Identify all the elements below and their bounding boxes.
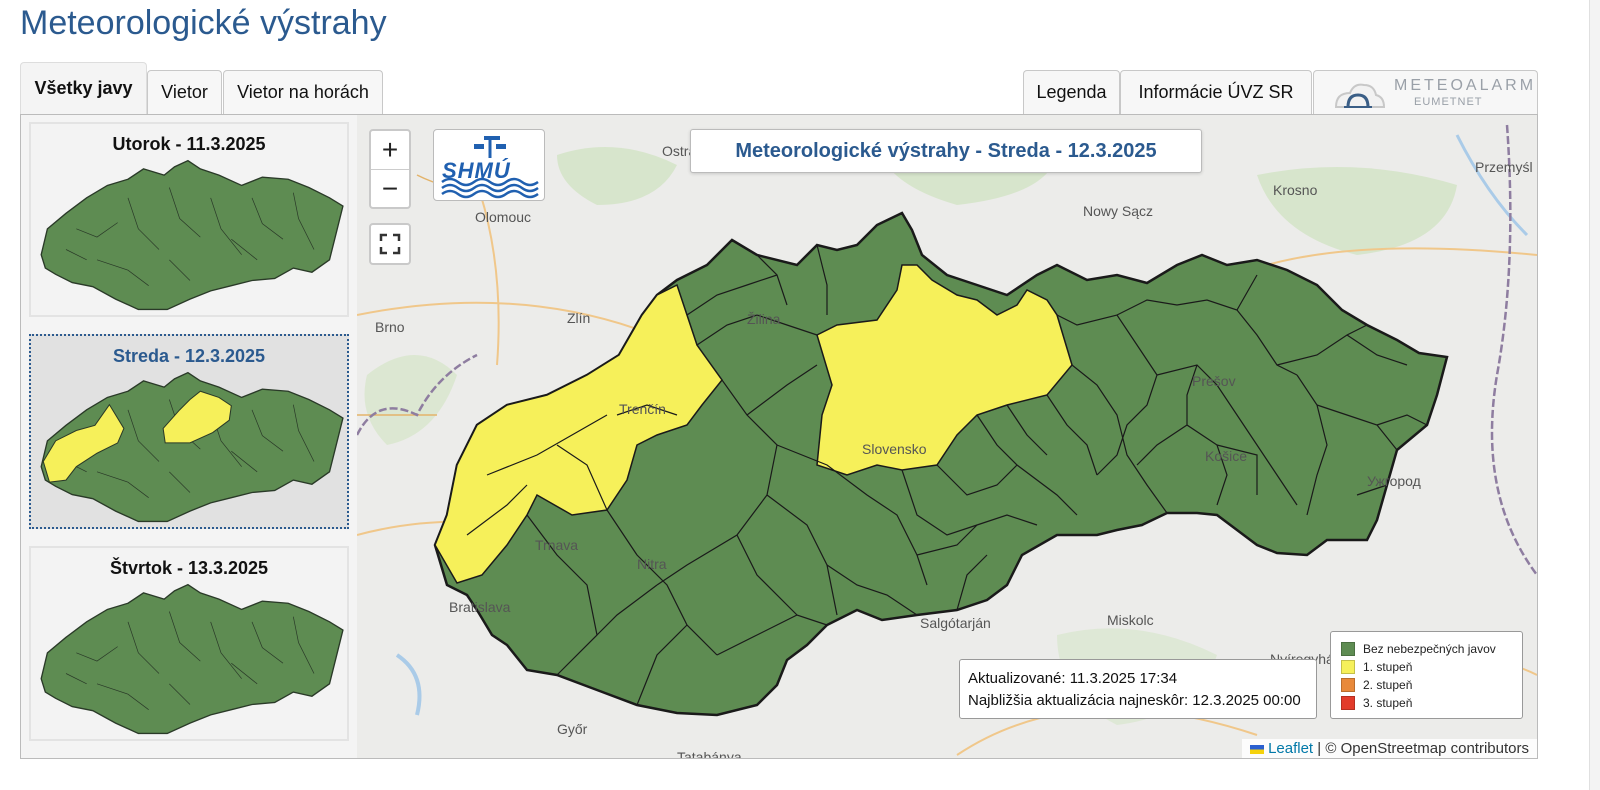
legend-swatch [1341, 678, 1355, 692]
day-card-wednesday[interactable]: Streda - 12.3.2025 [29, 334, 349, 529]
tab-all-phenomena[interactable]: Všetky javy [20, 62, 147, 114]
day-card-thursday[interactable]: Štvrtok - 13.3.2025 [29, 546, 349, 741]
updated-time: Aktualizované: 11.3.2025 17:34 [968, 670, 1178, 687]
fullscreen-button[interactable] [369, 223, 411, 265]
day-thumbnail-map [40, 159, 344, 311]
legend-swatch [1341, 660, 1355, 674]
place-label: Žilina [747, 311, 781, 327]
update-info: Aktualizované: 11.3.2025 17:34 Najbližši… [959, 659, 1317, 719]
place-label: Brno [375, 319, 405, 335]
place-label: Zlín [567, 310, 591, 326]
shmu-logo-text: SHMÚ [442, 158, 511, 183]
legend-swatch [1341, 696, 1355, 710]
osm-attribution: | © OpenStreetmap contributors [1317, 740, 1529, 757]
legend-label: 2. stupeň [1363, 678, 1413, 692]
legend-label: Bez nebezpečných javov [1363, 642, 1496, 656]
ukraine-flag-icon [1249, 744, 1264, 754]
day-thumbnail-map [40, 583, 344, 735]
meteoalarm-icon [1334, 83, 1386, 108]
day-card-label: Štvrtok - 13.3.2025 [109, 558, 269, 578]
fullscreen-icon [379, 233, 401, 255]
place-label: Trnava [535, 537, 579, 553]
next-update-time: Najbližšia aktualizácia najneskôr: 12.3.… [968, 692, 1301, 709]
place-label: Slovensko [862, 441, 927, 457]
place-label: Bratislava [449, 599, 511, 615]
tab-mountain-wind[interactable]: Vietor na horách [223, 70, 383, 114]
meteoalarm-link[interactable]: METEOALARM EUMETNET [1313, 70, 1538, 115]
map-title: Meteorologické výstrahy - Streda - 12.3.… [690, 129, 1202, 173]
zoom-control: + − [369, 129, 411, 209]
warning-map[interactable]: Ostrava Olomouc Brno Zlín Žilina Trenčín… [357, 115, 1537, 758]
place-label: Košice [1205, 448, 1248, 464]
leaflet-link[interactable]: Leaflet [1268, 740, 1313, 757]
tab-uvz-info[interactable]: Informácie ÚVZ SR [1120, 70, 1312, 114]
eumetnet-label: EUMETNET [1414, 96, 1483, 108]
map-attribution: Leaflet | © OpenStreetmap contributors [1241, 739, 1537, 758]
meteoalarm-brand: METEOALARM [1394, 77, 1537, 94]
day-card-tuesday[interactable]: Utorok - 11.3.2025 [29, 122, 349, 317]
place-label: Nitra [637, 556, 667, 572]
scrollbar-rail[interactable] [1589, 0, 1600, 790]
tab-wind[interactable]: Vietor [147, 70, 222, 114]
map-legend: Bez nebezpečných javov 1. stupeň 2. stup… [1330, 631, 1523, 719]
place-label: Miskolc [1107, 612, 1154, 628]
legend-label: 1. stupeň [1363, 660, 1413, 674]
tab-legend[interactable]: Legenda [1023, 70, 1120, 114]
place-label: Trenčín [619, 401, 666, 417]
place-label: Olomouc [475, 209, 532, 225]
legend-label: 3. stupeň [1363, 696, 1413, 710]
place-label: Krosno [1273, 182, 1318, 198]
place-label: Tatabánya [677, 749, 742, 758]
place-label: Salgótarján [920, 615, 991, 631]
place-label: Nowy Sącz [1083, 203, 1154, 219]
place-label: Prešov [1192, 373, 1236, 389]
legend-swatch [1341, 642, 1355, 656]
day-card-label: Streda - 12.3.2025 [112, 346, 266, 366]
day-card-label: Utorok - 11.3.2025 [112, 134, 266, 154]
shmu-logo[interactable]: SHMÚ [433, 129, 545, 201]
day-thumbnail-map [40, 371, 344, 523]
place-label: Przemyśl [1475, 159, 1533, 175]
place-label: Ужгород [1367, 473, 1421, 489]
page-title: Meteorologické výstrahy [20, 4, 387, 42]
zoom-in-button[interactable]: + [371, 131, 409, 170]
zoom-out-button[interactable]: − [371, 170, 409, 208]
place-label: Győr [557, 721, 588, 737]
